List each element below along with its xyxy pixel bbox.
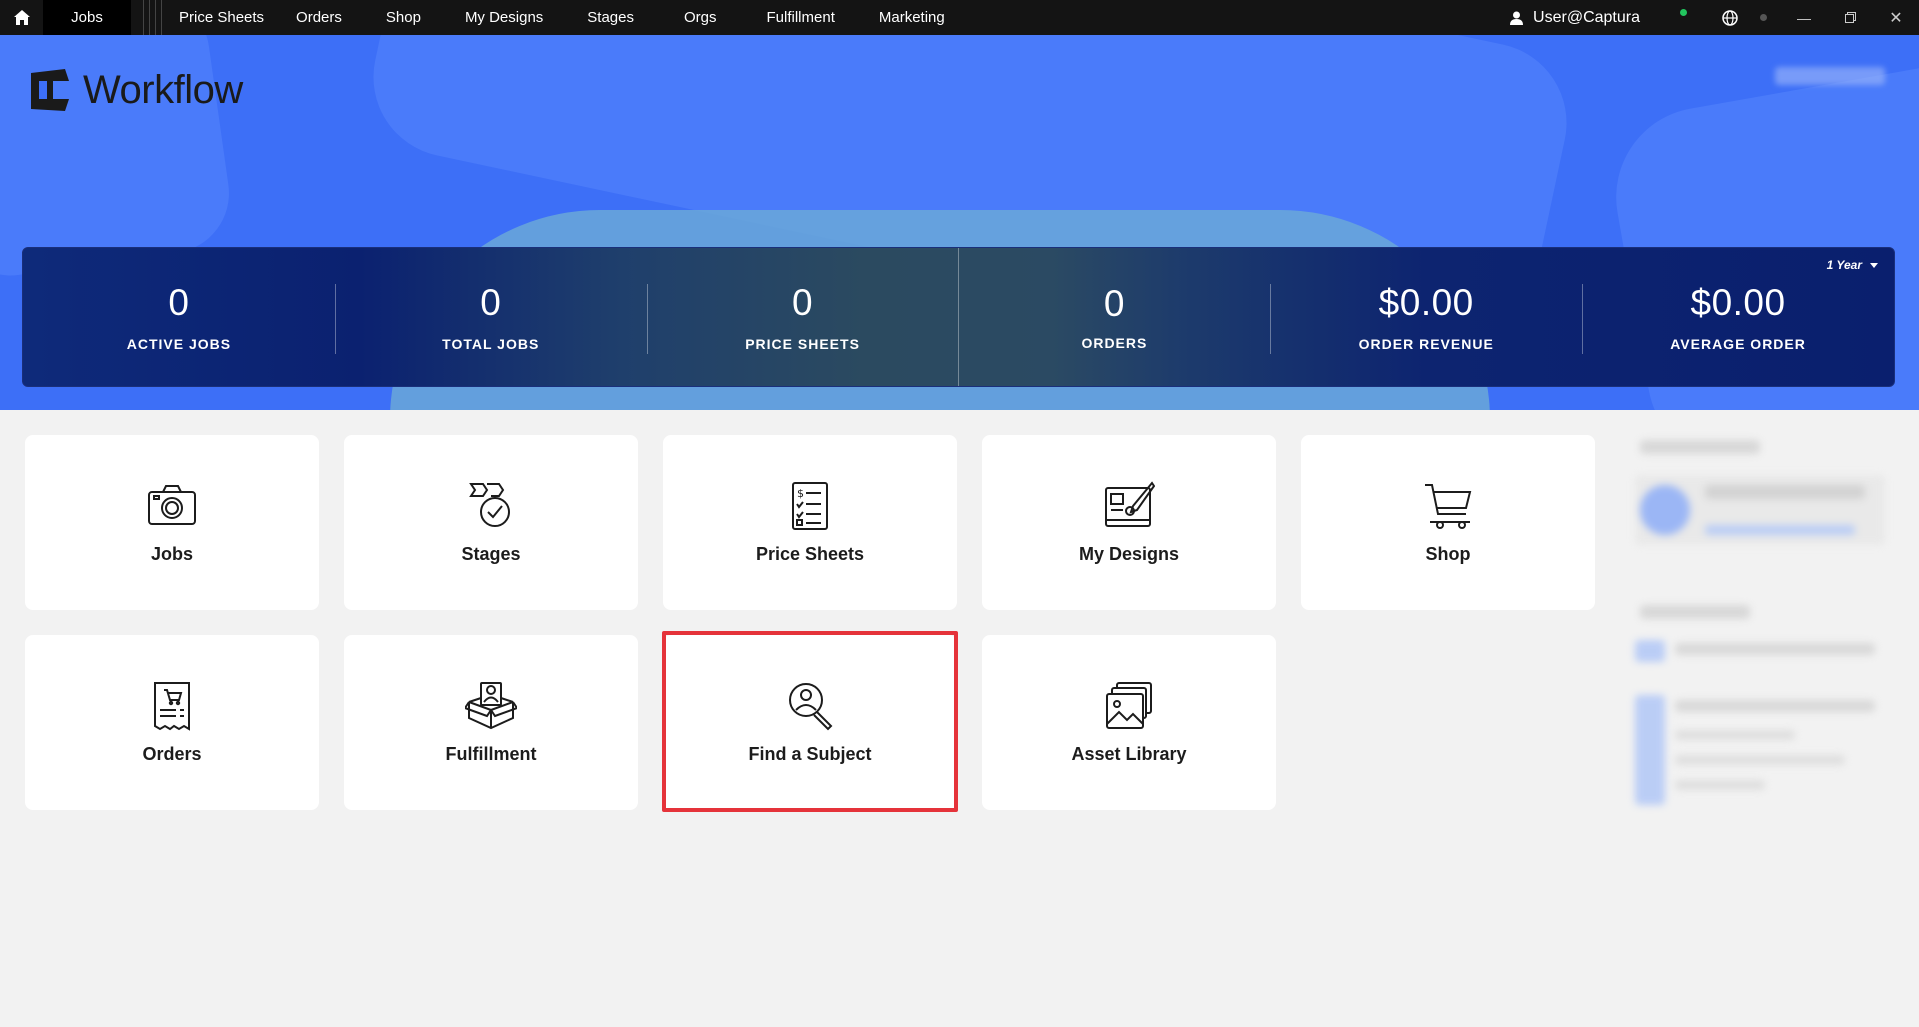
blurred-element bbox=[1775, 67, 1885, 85]
tile-fulfillment[interactable]: Fulfillment bbox=[344, 635, 638, 810]
images-icon bbox=[1106, 682, 1152, 729]
tile-label: Jobs bbox=[150, 544, 193, 564]
stat-label: PRICE SHEETS bbox=[745, 336, 860, 352]
stat-value: $0.00 bbox=[1378, 282, 1474, 323]
blurred-bar bbox=[1675, 730, 1795, 740]
stat-value: 0 bbox=[168, 282, 190, 323]
home-icon bbox=[13, 10, 30, 25]
period-value: 1 Year bbox=[1826, 258, 1862, 272]
nav-shop[interactable]: Shop bbox=[386, 0, 421, 35]
blurred-bar bbox=[1705, 525, 1855, 535]
blurred-bar bbox=[1635, 695, 1665, 805]
stat-total-jobs: 0 TOTAL JOBS bbox=[334, 248, 647, 386]
home-button[interactable] bbox=[0, 0, 43, 35]
blurred-bar bbox=[1705, 485, 1865, 499]
top-bar: Jobs Price Sheets Orders Shop My Designs… bbox=[0, 0, 1919, 35]
chevron-down-icon bbox=[1870, 262, 1878, 268]
receipt-icon bbox=[154, 682, 190, 731]
stat-value: 0 bbox=[480, 282, 502, 323]
stat-value: 0 bbox=[792, 282, 814, 323]
nav-price-sheets[interactable]: Price Sheets bbox=[179, 0, 264, 35]
tile-label: My Designs bbox=[1078, 544, 1180, 564]
nav-divider bbox=[143, 0, 163, 35]
stat-label: ORDER REVENUE bbox=[1358, 336, 1494, 352]
app-logo: Workflow bbox=[25, 67, 243, 113]
topbar-right: User@Captura — ✕ bbox=[1510, 0, 1919, 35]
user-icon bbox=[1510, 11, 1524, 25]
tile-shop[interactable]: Shop bbox=[1301, 435, 1595, 610]
tile-label: Fulfillment bbox=[445, 744, 537, 764]
design-icon bbox=[1105, 481, 1155, 527]
nav-orders[interactable]: Orders bbox=[296, 0, 342, 35]
stat-label: TOTAL JOBS bbox=[442, 336, 540, 352]
tile-label: Price Sheets bbox=[755, 544, 865, 564]
tile-jobs[interactable]: Jobs bbox=[25, 435, 319, 610]
status-indicator bbox=[1745, 0, 1781, 35]
box-icon bbox=[465, 682, 517, 730]
stats-panel: 0 ACTIVE JOBS 0 TOTAL JOBS 0 PRICE SHEET… bbox=[22, 247, 1895, 387]
app-name: Workflow bbox=[83, 67, 243, 112]
globe-icon bbox=[1722, 9, 1738, 26]
minimize-button[interactable]: — bbox=[1781, 0, 1827, 35]
tile-my-designs[interactable]: My Designs bbox=[982, 435, 1276, 610]
svg-text:$: $ bbox=[797, 487, 804, 500]
stat-value: $0.00 bbox=[1690, 282, 1786, 323]
stat-price-sheets: 0 PRICE SHEETS bbox=[646, 248, 959, 386]
tile-asset-library[interactable]: Asset Library bbox=[982, 635, 1276, 810]
blurred-avatar bbox=[1640, 485, 1690, 535]
blurred-bar bbox=[1635, 640, 1665, 662]
stat-order-revenue: $0.00 ORDER REVENUE bbox=[1270, 248, 1582, 386]
tile-label: Asset Library bbox=[1071, 744, 1187, 764]
nav-stages[interactable]: Stages bbox=[587, 0, 634, 35]
nav-jobs[interactable]: Jobs bbox=[43, 0, 131, 35]
stat-label: ORDERS bbox=[1081, 335, 1148, 351]
blurred-bar bbox=[1675, 700, 1875, 712]
language-button[interactable] bbox=[1715, 0, 1745, 35]
stat-label: ACTIVE JOBS bbox=[126, 336, 232, 352]
find-subject-icon bbox=[789, 683, 833, 731]
blurred-bar bbox=[1675, 643, 1875, 655]
tile-find-a-subject[interactable]: Find a Subject bbox=[663, 635, 957, 810]
restore-icon bbox=[1844, 12, 1856, 23]
user-menu[interactable]: User@Captura bbox=[1510, 9, 1687, 27]
stat-value: 0 bbox=[1103, 283, 1125, 324]
nav-orgs[interactable]: Orgs bbox=[684, 0, 717, 35]
user-name: User@Captura bbox=[1533, 8, 1640, 26]
status-dot bbox=[1759, 14, 1767, 21]
tile-label: Orders bbox=[142, 744, 202, 764]
close-window-button[interactable]: ✕ bbox=[1873, 0, 1919, 35]
stat-active-jobs: 0 ACTIVE JOBS bbox=[23, 248, 335, 386]
stages-icon bbox=[469, 483, 510, 527]
tile-label: Stages bbox=[461, 544, 521, 564]
tile-label: Find a Subject bbox=[748, 744, 872, 764]
blurred-bar bbox=[1640, 605, 1750, 619]
blurred-bar bbox=[1675, 755, 1845, 765]
blurred-bar bbox=[1675, 780, 1765, 790]
close-icon: ✕ bbox=[1889, 9, 1903, 27]
tile-stages[interactable]: Stages bbox=[344, 435, 638, 610]
camera-icon bbox=[148, 485, 196, 525]
online-status-dot bbox=[1680, 9, 1687, 16]
workflow-logo-icon bbox=[31, 69, 69, 111]
stat-label: AVERAGE ORDER bbox=[1670, 336, 1806, 352]
nav-fulfillment[interactable]: Fulfillment bbox=[767, 0, 835, 35]
tile-price-sheets[interactable]: $ Price Sheets bbox=[663, 435, 957, 610]
minimize-icon: — bbox=[1797, 9, 1811, 26]
blurred-bar bbox=[1640, 440, 1760, 454]
stat-orders: 0 ORDERS bbox=[958, 248, 1270, 386]
price-sheet-icon: $ bbox=[792, 482, 828, 530]
tile-label: Shop bbox=[1425, 544, 1471, 564]
cart-icon bbox=[1425, 484, 1472, 529]
tile-orders[interactable]: Orders bbox=[25, 635, 319, 810]
period-dropdown[interactable]: 1 Year bbox=[1827, 258, 1878, 272]
restore-button[interactable] bbox=[1827, 0, 1873, 35]
blurred-side-panel bbox=[1625, 425, 1895, 845]
nav-marketing[interactable]: Marketing bbox=[879, 0, 945, 35]
nav-my-designs[interactable]: My Designs bbox=[465, 0, 543, 35]
